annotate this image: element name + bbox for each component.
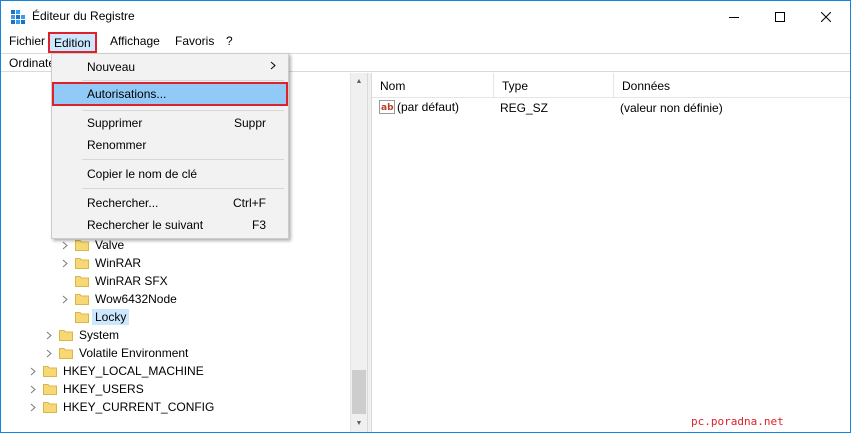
tree-node[interactable]: WinRAR	[59, 254, 141, 272]
list-row[interactable]: ab (par défaut) REG_SZ (valeur non défin…	[372, 99, 850, 117]
menu-item-supprimer[interactable]: Supprimer Suppr	[54, 112, 286, 134]
menu-item-label: Copier le nom de clé	[87, 167, 198, 181]
tree-node-label: Valve	[95, 238, 125, 252]
list-header: Nom Type Données	[372, 73, 850, 98]
menu-item-label: Nouveau	[87, 60, 136, 74]
tree-node-label: WinRAR	[95, 256, 142, 270]
menu-item-renommer[interactable]: Renommer	[54, 134, 286, 156]
string-value-icon: ab	[379, 100, 395, 114]
tree-node[interactable]: WinRAR SFX	[59, 272, 168, 290]
close-button[interactable]	[803, 1, 849, 32]
menu-item-rechercher-suivant[interactable]: Rechercher le suivant F3	[54, 214, 286, 236]
title-bar: Éditeur du Registre	[1, 1, 850, 32]
menu-favoris[interactable]: Favoris	[175, 34, 214, 48]
menu-edition[interactable]: Edition	[48, 32, 97, 53]
maximize-button[interactable]	[757, 1, 803, 32]
svg-text:ab: ab	[381, 103, 394, 113]
menu-bar: Fichier Edition Affichage Favoris ?	[1, 32, 850, 53]
menu-item-label: Autorisations...	[87, 87, 167, 101]
menu-separator	[82, 110, 284, 111]
tree-node-label: Wow6432Node	[95, 292, 177, 306]
folder-icon	[75, 275, 89, 287]
expand-chevron-icon[interactable]	[43, 344, 55, 362]
column-header-donnees[interactable]: Données	[614, 73, 850, 98]
menu-fichier[interactable]: Fichier	[9, 34, 45, 48]
menu-separator	[82, 159, 284, 160]
registry-editor-window: Éditeur du Registre Fichier Edition Affi…	[0, 0, 851, 433]
scroll-thumb[interactable]	[352, 370, 366, 414]
menu-item-copier-nom-cle[interactable]: Copier le nom de clé	[54, 163, 286, 185]
value-data: (valeur non définie)	[620, 101, 723, 115]
folder-icon	[75, 311, 89, 323]
submenu-arrow-icon	[270, 61, 276, 70]
menu-item-nouveau[interactable]: Nouveau	[54, 56, 286, 78]
column-label: Nom	[380, 78, 406, 93]
tree-node[interactable]: Locky	[59, 308, 130, 326]
column-label: Type	[502, 78, 529, 93]
minimize-button[interactable]	[711, 1, 757, 32]
menu-affichage[interactable]: Affichage	[110, 34, 160, 48]
window-title: Éditeur du Registre	[32, 9, 135, 23]
scroll-up-arrow[interactable]: ▲	[351, 73, 367, 90]
tree-node-label: HKEY_CURRENT_CONFIG	[63, 400, 215, 414]
value-type: REG_SZ	[500, 101, 549, 115]
expand-chevron-icon[interactable]	[27, 380, 39, 398]
expand-chevron-icon	[59, 308, 71, 326]
tree-node-label: HKEY_USERS	[63, 382, 144, 396]
folder-icon	[59, 347, 73, 359]
column-label: Données	[622, 78, 671, 93]
tree-node-label: WinRAR SFX	[95, 274, 168, 288]
menu-item-label: Rechercher le suivant	[87, 218, 204, 232]
menu-item-shortcut: Ctrl+F	[233, 196, 266, 210]
tree-scrollbar[interactable]: ▲ ▼	[350, 73, 367, 432]
expand-chevron-icon[interactable]	[43, 326, 55, 344]
menu-item-label: Renommer	[87, 138, 147, 152]
tree-node[interactable]: Volatile Environment	[43, 344, 188, 362]
folder-icon	[75, 239, 89, 251]
values-list[interactable]: Nom Type Données ab (par défaut) REG_SZ …	[372, 73, 850, 432]
tree-node[interactable]: HKEY_CURRENT_CONFIG	[27, 398, 214, 416]
tree-node-label: System	[79, 328, 120, 342]
expand-chevron-icon[interactable]	[27, 398, 39, 416]
menu-separator	[82, 80, 284, 81]
scroll-down-arrow[interactable]: ▼	[351, 415, 367, 432]
menu-separator	[82, 188, 284, 189]
expand-chevron-icon[interactable]	[59, 254, 71, 272]
menu-item-shortcut: Suppr	[233, 116, 266, 130]
close-icon	[821, 11, 831, 22]
minimize-icon	[729, 16, 739, 18]
menu-item-label: Rechercher...	[87, 196, 159, 210]
menu-item-shortcut: F3	[251, 218, 266, 232]
watermark: pc.poradna.net	[691, 415, 784, 428]
tree-node[interactable]: System	[43, 326, 119, 344]
expand-chevron-icon[interactable]	[27, 362, 39, 380]
menu-help[interactable]: ?	[226, 34, 233, 48]
value-name: (par défaut)	[397, 100, 460, 114]
cell-name: ab (par défaut)	[379, 100, 459, 114]
column-header-type[interactable]: Type	[494, 73, 614, 98]
folder-icon	[75, 257, 89, 269]
column-header-nom[interactable]: Nom	[372, 73, 494, 98]
tree-node[interactable]: HKEY_USERS	[27, 380, 144, 398]
tree-node-label: Locky	[92, 309, 130, 325]
edition-dropdown-menu: Nouveau Autorisations... Supprimer Suppr…	[51, 53, 289, 239]
menu-item-autorisations[interactable]: Autorisations...	[52, 82, 288, 106]
menu-item-label: Supprimer	[87, 116, 143, 130]
registry-app-icon	[11, 10, 25, 24]
folder-icon	[43, 383, 57, 395]
tree-node[interactable]: Wow6432Node	[59, 290, 177, 308]
expand-chevron-icon[interactable]	[59, 290, 71, 308]
menu-item-rechercher[interactable]: Rechercher... Ctrl+F	[54, 192, 286, 214]
tree-node-label: Volatile Environment	[79, 346, 189, 360]
folder-icon	[75, 293, 89, 305]
folder-icon	[43, 401, 57, 413]
folder-icon	[59, 329, 73, 341]
tree-node[interactable]: HKEY_LOCAL_MACHINE	[27, 362, 204, 380]
expand-chevron-icon	[59, 272, 71, 290]
tree-node-label: HKEY_LOCAL_MACHINE	[63, 364, 204, 378]
maximize-icon	[775, 11, 785, 22]
folder-icon	[43, 365, 57, 377]
